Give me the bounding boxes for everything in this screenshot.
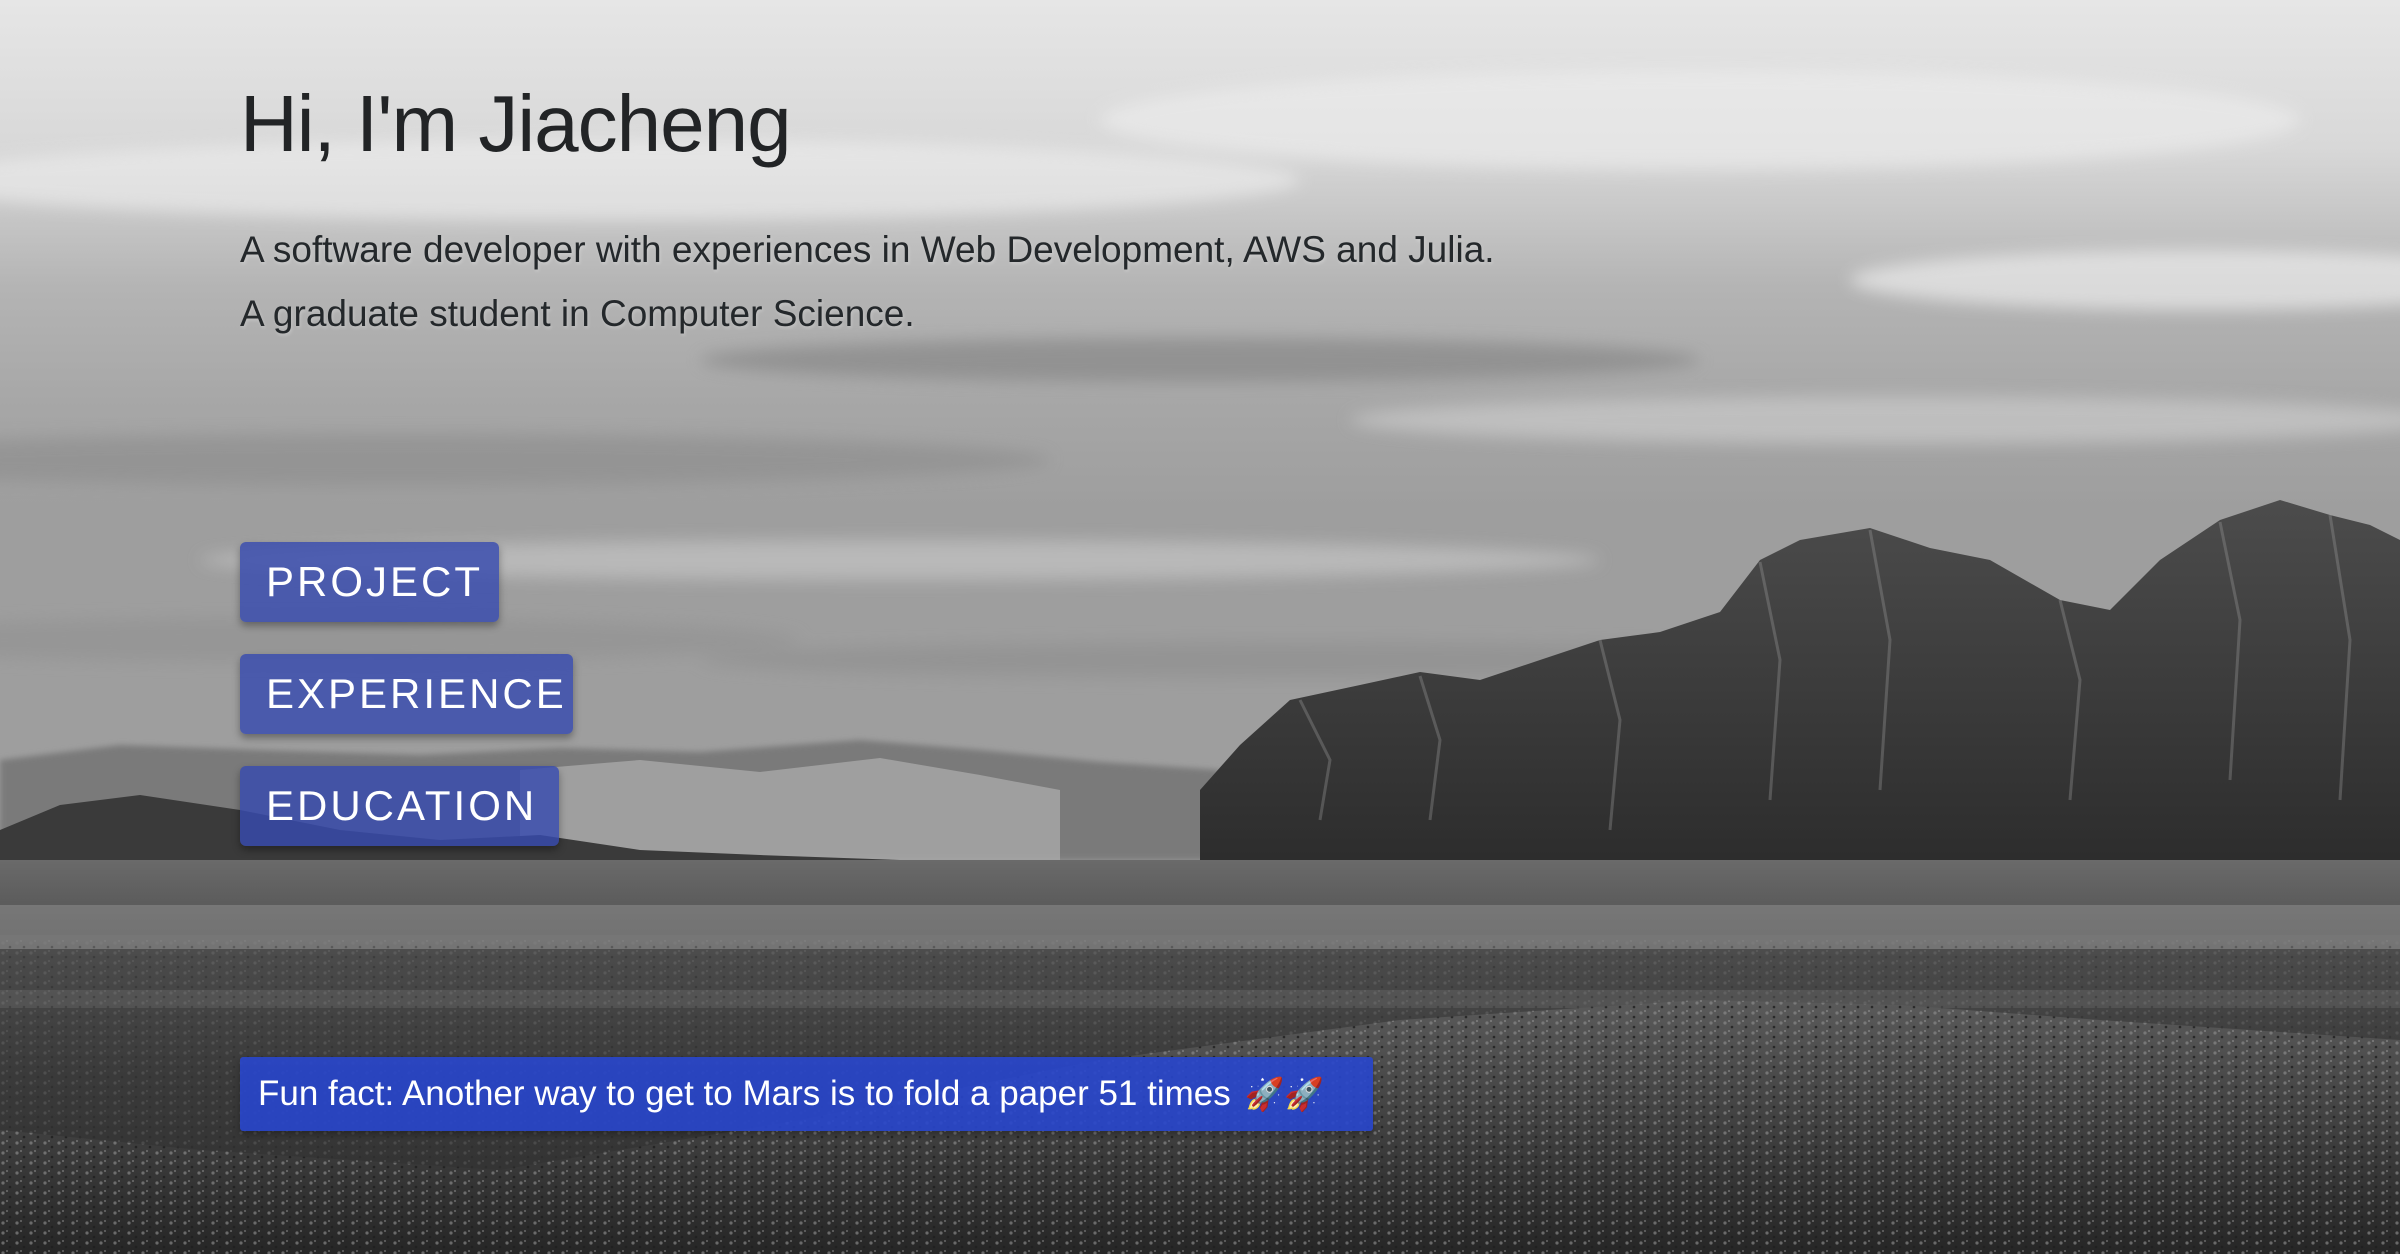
education-button[interactable]: EDUCATION bbox=[240, 766, 559, 846]
fun-fact-banner: Fun fact: Another way to get to Mars is … bbox=[240, 1057, 1373, 1131]
project-button[interactable]: PROJECT bbox=[240, 542, 499, 622]
intro-line-developer: A software developer with experiences in… bbox=[240, 229, 1495, 270]
page-title: Hi, I'm Jiacheng bbox=[240, 79, 792, 168]
rocket-icon: 🚀🚀 bbox=[1244, 1076, 1325, 1112]
fun-fact-text: Fun fact: Another way to get to Mars is … bbox=[258, 1074, 1231, 1113]
intro-line-student: A graduate student in Computer Science. bbox=[240, 293, 915, 334]
intro-text: A software developer with experiences in… bbox=[240, 218, 1495, 346]
experience-button[interactable]: EXPERIENCE bbox=[240, 654, 573, 734]
